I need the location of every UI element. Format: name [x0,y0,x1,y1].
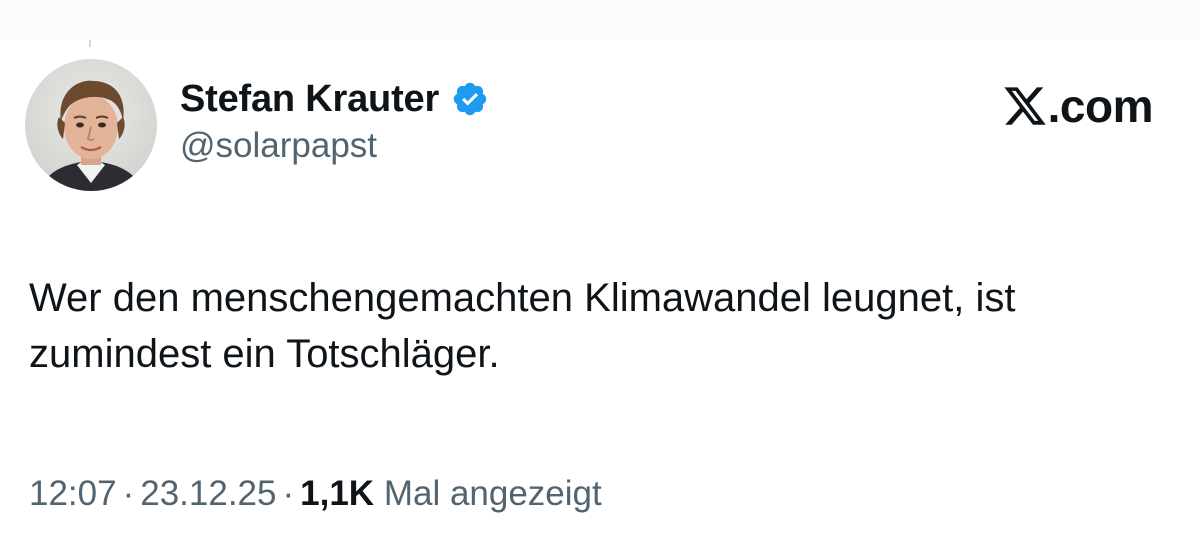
x-brand-watermark: .com [1002,76,1154,136]
tweet-meta: 12:07 · 23.12.25 · 1,1K Mal angezeigt [29,474,602,514]
tweet-date[interactable]: 23.12.25 [140,474,276,513]
x-logo-icon [1002,83,1048,129]
tweet-screenshot: Stefan Krauter @solarpapst .com Wer den … [0,0,1200,559]
top-divider-mark [89,40,91,47]
author-display-name[interactable]: Stefan Krauter [180,78,439,121]
author-block: Stefan Krauter @solarpapst [180,70,489,166]
verified-badge-icon[interactable] [451,80,489,118]
views-count[interactable]: 1,1K [300,474,374,513]
meta-separator: · [282,474,295,513]
author-handle[interactable]: @solarpapst [180,126,489,166]
top-strip [0,0,1200,40]
meta-separator: · [122,474,135,513]
views-label: Mal angezeigt [383,474,602,513]
avatar-photo [25,59,157,191]
avatar[interactable] [25,59,157,191]
tweet-time[interactable]: 12:07 [29,474,117,513]
tweet-text: Wer den menschengemachten Klimawandel le… [29,276,1016,376]
brand-domain: .com [1047,80,1154,132]
author-name-row: Stefan Krauter [180,70,489,128]
